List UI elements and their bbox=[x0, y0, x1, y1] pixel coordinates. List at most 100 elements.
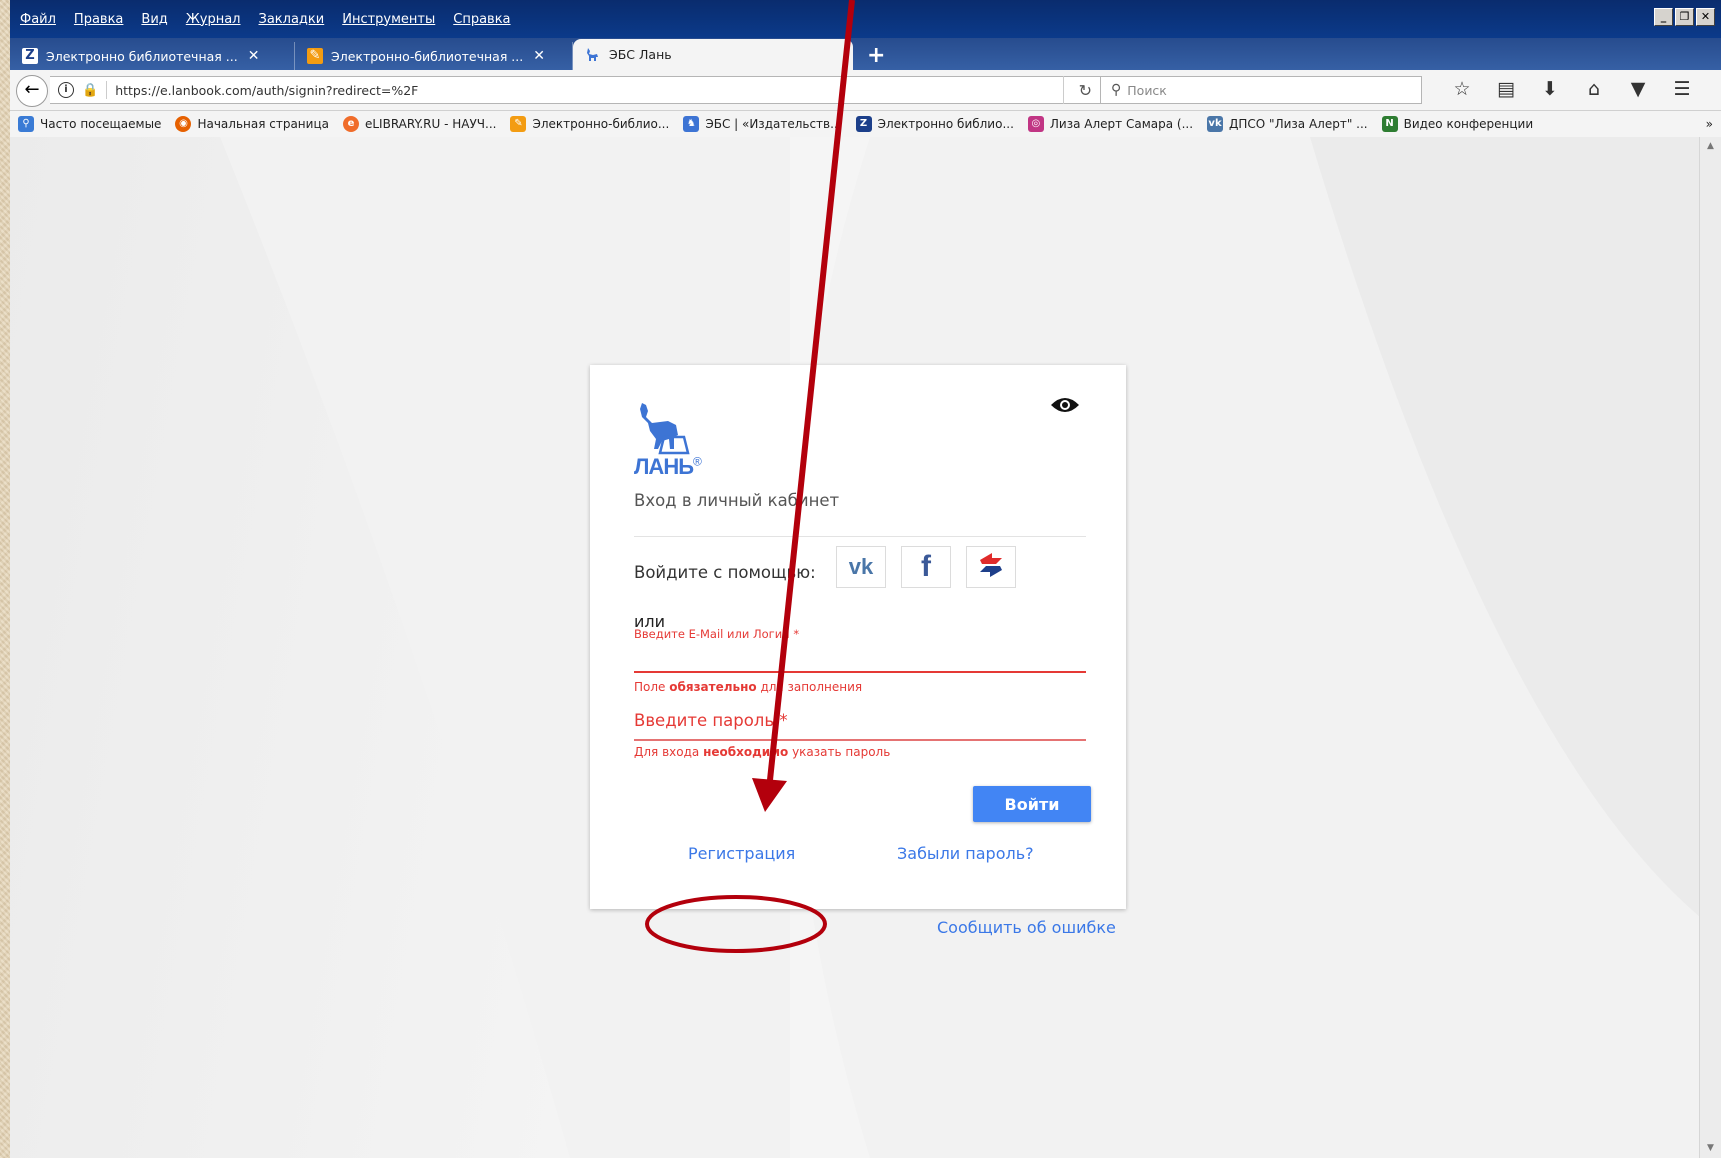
registered-mark: ® bbox=[693, 454, 702, 469]
vk-icon: vk bbox=[848, 554, 874, 579]
menu-view[interactable]: Вид bbox=[141, 12, 167, 27]
esia-icon bbox=[976, 550, 1006, 584]
star-icon[interactable]: ☆ bbox=[1440, 78, 1484, 100]
info-icon[interactable]: i bbox=[58, 82, 74, 98]
lock-icon: 🔒 bbox=[82, 82, 99, 98]
eye-icon[interactable] bbox=[1050, 395, 1080, 419]
folder-icon: ⚲ bbox=[18, 116, 34, 132]
maximize-button[interactable]: ❐ bbox=[1675, 8, 1694, 26]
annotation-ellipse bbox=[645, 895, 827, 953]
instagram-icon: ◎ bbox=[1027, 116, 1044, 132]
bookmark-label: eLIBRARY.RU - НАУЧ... bbox=[364, 117, 497, 131]
z-icon: Z bbox=[22, 48, 38, 64]
bookmark-item[interactable]: ⚲ Часто посещаемые bbox=[18, 116, 161, 132]
close-icon[interactable]: ✕ bbox=[533, 48, 545, 64]
toolbar-icons: ☆ ▤ ⬇ ⌂ ▼ ☰ bbox=[1440, 78, 1704, 100]
email-error-message: Поле обязательно для заполнения bbox=[634, 680, 862, 694]
new-tab-button[interactable]: + bbox=[867, 42, 885, 70]
search-placeholder: Поиск bbox=[1127, 82, 1167, 98]
bookmark-item[interactable]: ✎ Электронно-библио... bbox=[510, 116, 669, 132]
close-window-button[interactable]: ✕ bbox=[1696, 8, 1715, 26]
bookmark-item[interactable]: N Видео конференции bbox=[1381, 116, 1534, 132]
bookmark-label: Электронно-библио... bbox=[532, 117, 670, 131]
pocket-icon[interactable]: ▼ bbox=[1616, 78, 1660, 100]
menu-bookmarks[interactable]: Закладки bbox=[259, 12, 325, 27]
menu-help[interactable]: Справка bbox=[453, 12, 510, 27]
scroll-down-icon[interactable]: ▼ bbox=[1703, 1141, 1718, 1156]
login-card: ЛАНЬ® Вход в личный кабинет Войдите с по… bbox=[590, 365, 1126, 909]
pencil-icon: ✎ bbox=[307, 48, 323, 64]
reading-list-icon[interactable]: ▤ bbox=[1484, 78, 1528, 100]
bookmark-label: Лиза Алерт Самара (... bbox=[1049, 117, 1194, 131]
search-input[interactable]: ⚲ Поиск bbox=[1100, 76, 1422, 104]
vk-icon: vk bbox=[1207, 116, 1224, 132]
bookmark-label: ДПСО "Лиза Алерт" ... bbox=[1229, 117, 1368, 131]
bookmark-item[interactable]: vk ДПСО "Лиза Алерт" ... bbox=[1207, 116, 1368, 132]
close-icon[interactable]: ✕ bbox=[248, 48, 260, 64]
deer-icon bbox=[585, 47, 601, 63]
error-text: Поле bbox=[634, 680, 670, 694]
bookmarks-bar: ⚲ Часто посещаемые ◉ Начальная страница ee… bbox=[10, 111, 1721, 138]
bookmark-label: ЭБС | «Издательств... bbox=[705, 117, 842, 131]
bookmark-item[interactable]: ◉ Начальная страница bbox=[175, 116, 329, 132]
vertical-scrollbar[interactable]: ▲ ▼ bbox=[1699, 137, 1721, 1158]
password-field-underline bbox=[634, 739, 1086, 741]
hamburger-menu-icon[interactable]: ☰ bbox=[1660, 78, 1704, 100]
elibrary-icon: e bbox=[342, 116, 359, 132]
divider bbox=[634, 536, 1086, 537]
report-error-link[interactable]: Сообщить об ошибке bbox=[937, 918, 1116, 937]
vk-login-button[interactable]: vk bbox=[836, 546, 886, 588]
scroll-up-icon[interactable]: ▲ bbox=[1703, 139, 1718, 154]
menu-tools[interactable]: Инструменты bbox=[342, 12, 435, 27]
esia-login-button[interactable] bbox=[966, 546, 1016, 588]
bookmark-item[interactable]: ◎ Лиза Алерт Самара (... bbox=[1027, 116, 1194, 132]
firefox-icon: ◉ bbox=[175, 116, 192, 132]
z-icon: Z bbox=[855, 116, 872, 132]
email-field-underline bbox=[634, 671, 1086, 673]
minimize-button[interactable]: _ bbox=[1654, 8, 1673, 26]
register-link[interactable]: Регистрация bbox=[688, 844, 795, 863]
logo-text: ЛАНЬ® bbox=[634, 454, 702, 480]
forgot-password-link[interactable]: Забыли пароль? bbox=[897, 844, 1034, 863]
bookmark-item[interactable]: e eLIBRARY.RU - НАУЧ... bbox=[342, 116, 497, 132]
password-error-message: Для входа необходимо указать пароль bbox=[634, 745, 890, 759]
tab-label: Электронно-библиотечная ... bbox=[331, 48, 524, 64]
bookmarks-overflow-button[interactable]: » bbox=[1706, 117, 1713, 131]
tab-active[interactable]: ЭБС Лань bbox=[573, 39, 853, 70]
lan-logo bbox=[634, 401, 694, 461]
search-icon: ⚲ bbox=[1111, 82, 1122, 98]
url-text[interactable]: https://e.lanbook.com/auth/signin?redire… bbox=[115, 83, 418, 98]
browser-window: Файл Правка Вид Журнал Закладки Инструме… bbox=[10, 0, 1721, 1158]
reload-icon[interactable]: ↻ bbox=[1079, 81, 1092, 100]
password-field[interactable]: Введите пароль * bbox=[634, 711, 788, 730]
error-text: указать пароль bbox=[788, 745, 891, 759]
bookmark-item[interactable]: ♞ ЭБС | «Издательств... bbox=[683, 116, 842, 132]
tab-1[interactable]: Z Электронно библиотечная ... ✕ bbox=[10, 42, 295, 70]
email-field[interactable] bbox=[634, 643, 1086, 671]
login-button[interactable]: Войти bbox=[973, 786, 1091, 822]
facebook-login-button[interactable]: f bbox=[901, 546, 951, 588]
email-field-label: Введите E-Mail или Логин * bbox=[634, 627, 800, 641]
facebook-icon: f bbox=[921, 550, 931, 583]
menu-file[interactable]: Файл bbox=[20, 12, 56, 27]
tab-bar: Z Электронно библиотечная ... ✕ ✎ Электр… bbox=[10, 38, 1721, 70]
error-text-bold: необходимо bbox=[703, 745, 789, 759]
tab-label: Электронно библиотечная ... bbox=[46, 48, 238, 64]
navigation-bar: ← i 🔒 https://e.lanbook.com/auth/signin?… bbox=[10, 70, 1721, 111]
url-bar[interactable]: i 🔒 https://e.lanbook.com/auth/signin?re… bbox=[50, 76, 1105, 104]
pencil-icon: ✎ bbox=[510, 116, 527, 132]
bookmark-label: Видео конференции bbox=[1403, 117, 1534, 131]
back-button[interactable]: ← bbox=[16, 75, 48, 107]
logo-wordmark: ЛАНЬ bbox=[634, 454, 694, 479]
tab-label: ЭБС Лань bbox=[609, 47, 672, 62]
download-icon[interactable]: ⬇ bbox=[1528, 78, 1572, 100]
menu-edit[interactable]: Правка bbox=[74, 12, 123, 27]
home-icon[interactable]: ⌂ bbox=[1572, 78, 1616, 100]
bookmark-label: Электронно библио... bbox=[877, 117, 1014, 131]
error-text: Для входа bbox=[634, 745, 704, 759]
menu-history[interactable]: Журнал bbox=[186, 12, 241, 27]
divider bbox=[1063, 76, 1064, 104]
window-controls: _ ❐ ✕ bbox=[1654, 8, 1715, 26]
tab-2[interactable]: ✎ Электронно-библиотечная ... ✕ bbox=[295, 42, 573, 70]
bookmark-item[interactable]: Z Электронно библио... bbox=[855, 116, 1014, 132]
